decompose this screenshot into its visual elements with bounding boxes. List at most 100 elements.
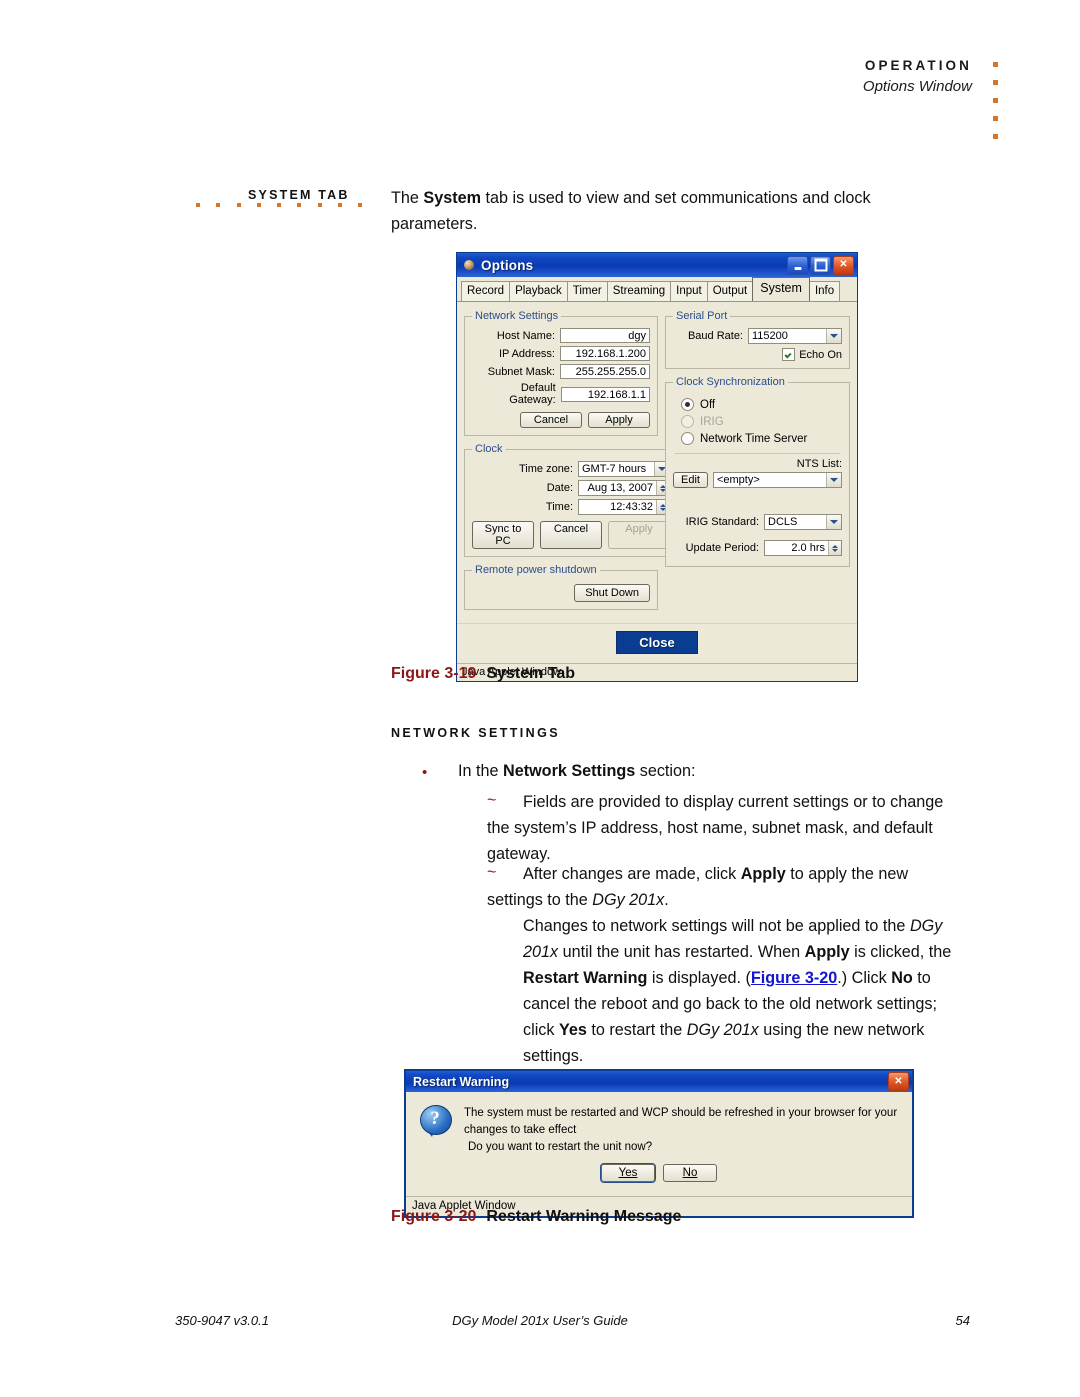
figure-20-number: Figure 3-20: [391, 1208, 477, 1225]
para-b3: No: [891, 969, 913, 987]
tilde-marker-icon: ~: [487, 864, 497, 881]
margin-label-system-tab: SYSTEM TAB: [248, 188, 350, 202]
ip-address-input[interactable]: 192.168.1.200: [560, 346, 650, 361]
sync-to-pc-button[interactable]: Sync to PC: [472, 521, 534, 549]
no-button[interactable]: No: [663, 1164, 717, 1182]
timezone-value: GMT-7 hours: [582, 463, 647, 475]
clock-group: Clock Time zone: GMT-7 hours Date: Aug 1…: [464, 443, 678, 557]
subnet-mask-input[interactable]: 255.255.255.0: [560, 364, 650, 379]
close-icon[interactable]: ✕: [888, 1072, 909, 1091]
tab-timer[interactable]: Timer: [566, 281, 608, 301]
baud-rate-select[interactable]: 115200: [748, 328, 842, 344]
figure-19-number: Figure 3-19: [391, 665, 477, 682]
update-period-value: 2.0 hrs: [791, 542, 825, 554]
subnet-mask-label: Subnet Mask:: [487, 365, 555, 378]
yes-button[interactable]: Yes: [601, 1164, 655, 1182]
tab-system[interactable]: System: [752, 277, 810, 301]
time-value: 12:43:32: [610, 501, 653, 513]
running-header: OPERATION Options Window: [863, 58, 972, 95]
clock-buttons: Sync to PC Cancel Apply: [472, 521, 670, 549]
close-icon[interactable]: ✕: [833, 255, 854, 275]
restart-warning-buttons: Yes No: [406, 1160, 912, 1196]
remote-power-legend: Remote power shutdown: [475, 564, 597, 576]
default-gateway-input[interactable]: 192.168.1.1: [560, 386, 650, 402]
clock-sync-legend: Clock Synchronization: [676, 376, 785, 388]
para-p7: to restart the: [586, 1021, 687, 1039]
irig-standard-select[interactable]: DCLS: [764, 514, 842, 530]
date-row: Date: Aug 13, 2007: [472, 480, 670, 496]
update-period-stepper[interactable]: 2.0 hrs: [764, 540, 842, 556]
time-stepper[interactable]: 12:43:32: [578, 499, 670, 515]
checkbox-checked-icon: [782, 348, 796, 361]
bullet-marker-icon: •: [422, 764, 428, 781]
para-p5: .) Click: [837, 969, 892, 987]
page-footer: 350-9047 v3.0.1 DGy Model 201x User’s Gu…: [0, 1313, 1080, 1333]
chevron-down-icon: [826, 473, 841, 487]
irig-standard-row: IRIG Standard: DCLS: [673, 514, 842, 530]
network-settings-legend: Network Settings: [475, 310, 559, 322]
options-tab-content: Network Settings Host Name: dgy IP Addre…: [457, 302, 857, 623]
date-value: Aug 13, 2007: [587, 482, 653, 494]
figure-20-caption: Figure 3-20 Restart Warning Message: [391, 1208, 681, 1226]
chevron-down-icon: [826, 329, 841, 343]
minimize-icon[interactable]: [787, 255, 808, 275]
radio-selected-icon: [681, 398, 694, 411]
restart-warning-line1: The system must be restarted and WCP sho…: [464, 1107, 898, 1136]
shutdown-button-row: Shut Down: [472, 584, 650, 602]
sub2-p3: .: [664, 891, 669, 909]
network-apply-button[interactable]: Apply: [588, 412, 650, 428]
close-button[interactable]: Close: [616, 631, 698, 654]
figure-20-link[interactable]: Figure 3-20: [751, 969, 837, 987]
tab-streaming[interactable]: Streaming: [606, 281, 672, 301]
para-p3: is clicked, the: [849, 943, 952, 961]
host-name-input[interactable]: dgy: [560, 328, 650, 343]
timezone-select[interactable]: GMT-7 hours: [578, 461, 670, 477]
network-cancel-button[interactable]: Cancel: [520, 412, 582, 428]
date-label: Date:: [546, 482, 573, 494]
options-tab-strip: Record Playback Timer Streaming Input Ou…: [457, 277, 857, 302]
remote-power-shutdown-group: Remote power shutdown Shut Down: [464, 564, 658, 610]
para-p4: is displayed. (: [647, 969, 751, 987]
tab-input[interactable]: Input: [670, 281, 708, 301]
para-b1: Apply: [804, 943, 850, 961]
shut-down-button[interactable]: Shut Down: [574, 584, 650, 602]
radio-irig: IRIG: [681, 415, 842, 428]
right-column: Serial Port Baud Rate: 115200 Echo On Cl…: [665, 310, 850, 574]
radio-off[interactable]: Off: [681, 398, 842, 411]
nts-edit-button[interactable]: Edit: [673, 472, 708, 488]
tab-output[interactable]: Output: [706, 281, 754, 301]
baud-rate-label: Baud Rate:: [687, 330, 743, 342]
radio-nts-label: Network Time Server: [700, 432, 808, 445]
bullet-item-network-settings: • In the Network Settings section:: [422, 758, 967, 784]
para-b2: Restart Warning: [523, 969, 648, 987]
serial-port-group: Serial Port Baud Rate: 115200 Echo On: [665, 310, 850, 369]
clock-cancel-button[interactable]: Cancel: [540, 521, 602, 549]
maximize-icon[interactable]: [810, 255, 831, 275]
sub-bullet-apply: ~ After changes are made, click Apply to…: [487, 861, 957, 913]
restart-warning-window: Restart Warning ✕ ? The system must be r…: [404, 1069, 914, 1218]
echo-on-checkbox[interactable]: Echo On: [673, 348, 842, 361]
restart-warning-title: Restart Warning: [413, 1074, 510, 1089]
subnet-mask-row: Subnet Mask: 255.255.255.0: [472, 364, 650, 379]
yes-button-label: Yes: [618, 1167, 638, 1179]
nts-list-select[interactable]: <empty>: [712, 472, 842, 488]
tab-playback[interactable]: Playback: [509, 281, 568, 301]
intro-before: The: [391, 189, 424, 207]
spinner-arrows-icon[interactable]: [828, 541, 841, 555]
figure-19-caption: Figure 3-19 System Tab: [391, 665, 575, 683]
nts-list-label: NTS List:: [796, 458, 842, 470]
irig-standard-value: DCLS: [768, 516, 798, 528]
date-stepper[interactable]: Aug 13, 2007: [578, 480, 670, 496]
tab-info[interactable]: Info: [808, 281, 841, 301]
timezone-row: Time zone: GMT-7 hours: [472, 461, 670, 477]
header-decorative-dots: [993, 62, 998, 139]
document-page: OPERATION Options Window SYSTEM TAB The …: [0, 0, 1080, 1397]
irig-standard-label: IRIG Standard:: [685, 516, 759, 528]
radio-network-time-server[interactable]: Network Time Server: [681, 432, 842, 445]
tab-record[interactable]: Record: [461, 281, 511, 301]
restart-warning-paragraph: Changes to network settings will not be …: [523, 913, 960, 1069]
echo-on-label: Echo On: [799, 348, 842, 361]
left-column: Network Settings Host Name: dgy IP Addre…: [464, 310, 678, 617]
sub2-p1: After changes are made, click: [523, 865, 741, 883]
nts-list-value: <empty>: [716, 474, 760, 486]
